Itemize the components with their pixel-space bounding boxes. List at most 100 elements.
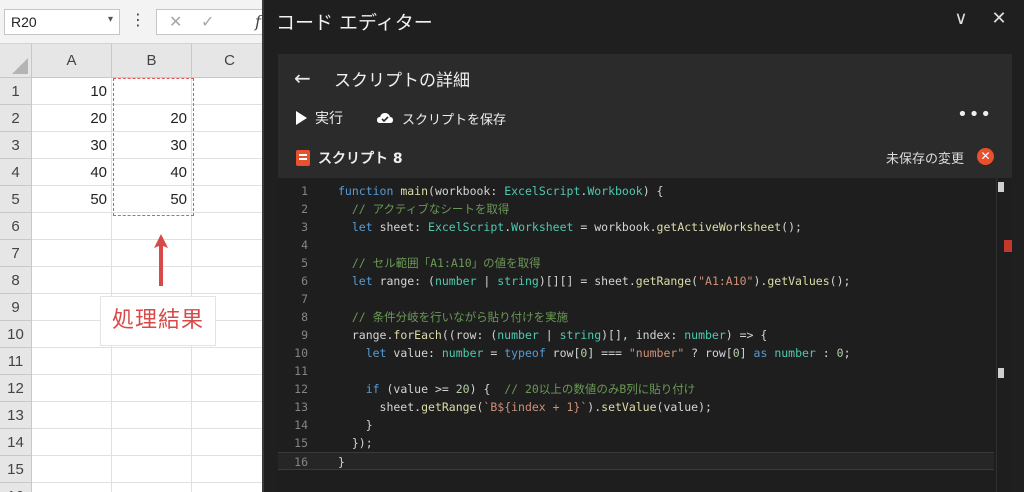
cell-a11[interactable]: [32, 348, 112, 375]
row-header-9[interactable]: 9: [0, 294, 32, 321]
cell-a1[interactable]: 10: [32, 78, 112, 105]
cell-c1[interactable]: [192, 78, 268, 105]
code-line[interactable]: 1 function main(workbook: ExcelScript.Wor…: [278, 182, 994, 200]
scroll-thumb[interactable]: [998, 182, 1004, 192]
cell-a4[interactable]: 40: [32, 159, 112, 186]
cell-c5[interactable]: [192, 186, 268, 213]
cell-c15[interactable]: [192, 456, 268, 483]
cell-c2[interactable]: [192, 105, 268, 132]
run-button[interactable]: 実行: [296, 106, 343, 130]
cell-a3[interactable]: 30: [32, 132, 112, 159]
cell-a7[interactable]: [32, 240, 112, 267]
code-line[interactable]: 4: [278, 236, 994, 254]
code-line[interactable]: 11: [278, 362, 994, 380]
cell-a8[interactable]: [32, 267, 112, 294]
cell-b11[interactable]: [112, 348, 192, 375]
code-line[interactable]: 5 // セル範囲「A1:A10」の値を取得: [278, 254, 994, 272]
code-text: let range: (number | string)[][] = sheet…: [351, 274, 851, 288]
cell-b14[interactable]: [112, 429, 192, 456]
cell-a6[interactable]: [32, 213, 112, 240]
scrollbar[interactable]: [996, 178, 1006, 492]
cell-c3[interactable]: [192, 132, 268, 159]
cell-c4[interactable]: [192, 159, 268, 186]
enter-icon[interactable]: ✓: [201, 12, 214, 31]
row-header-11[interactable]: 11: [0, 348, 32, 375]
cell-b16[interactable]: [112, 483, 192, 492]
line-number: 11: [294, 364, 308, 378]
select-all-corner[interactable]: [0, 44, 32, 78]
row-header-1[interactable]: 1: [0, 78, 32, 105]
code-text: // 条件分岐を行いながら貼り付けを実施: [351, 310, 569, 324]
cell-b13[interactable]: [112, 402, 192, 429]
cell-c7[interactable]: [192, 240, 268, 267]
close-icon[interactable]: ✕: [988, 8, 1010, 29]
code-line[interactable]: 12 if (value >= 20) { // 20以上の数値のみB列に貼り付…: [278, 380, 994, 398]
row-header-14[interactable]: 14: [0, 429, 32, 456]
cell-c8[interactable]: [192, 267, 268, 294]
row-header-6[interactable]: 6: [0, 213, 32, 240]
code-text: if (value >= 20) { // 20以上の数値のみB列に貼り付け: [365, 382, 696, 396]
code-line[interactable]: 7: [278, 290, 994, 308]
code-line[interactable]: 8 // 条件分岐を行いながら貼り付けを実施: [278, 308, 994, 326]
cell-a13[interactable]: [32, 402, 112, 429]
code-line[interactable]: 3 let sheet: ExcelScript.Worksheet = wor…: [278, 218, 994, 236]
close-circle-icon[interactable]: ✕: [977, 148, 994, 165]
code-line[interactable]: 15 });: [278, 434, 994, 452]
code-line[interactable]: 13 sheet.getRange(`B${index + 1}`).setVa…: [278, 398, 994, 416]
save-script-button[interactable]: スクリプトを保存: [376, 106, 506, 130]
cancel-icon[interactable]: ✕: [169, 12, 182, 31]
row-header-10[interactable]: 10: [0, 321, 32, 348]
cell-a12[interactable]: [32, 375, 112, 402]
line-number: 1: [301, 184, 308, 198]
code-area[interactable]: 1 function main(workbook: ExcelScript.Wor…: [278, 178, 1012, 492]
line-number: 4: [301, 238, 308, 252]
cell-b12[interactable]: [112, 375, 192, 402]
row-header-7[interactable]: 7: [0, 240, 32, 267]
row-header-16[interactable]: 16: [0, 483, 32, 492]
code-line[interactable]: 6 let range: (number | string)[][] = she…: [278, 272, 994, 290]
cell-a2[interactable]: 20: [32, 105, 112, 132]
row-header-15[interactable]: 15: [0, 456, 32, 483]
code-line[interactable]: 14 }: [278, 416, 994, 434]
code-line[interactable]: 16}: [278, 452, 994, 470]
chevron-down-icon[interactable]: ▾: [108, 14, 113, 25]
play-icon: [296, 111, 307, 125]
code-line[interactable]: 10 let value: number = typeof row[0] ===…: [278, 344, 994, 362]
code-text: let sheet: ExcelScript.Worksheet = workb…: [351, 220, 802, 234]
cell-a16[interactable]: [32, 483, 112, 492]
more-options-icon[interactable]: •••: [957, 104, 992, 125]
back-arrow-icon[interactable]: ←: [294, 66, 311, 90]
line-number: 6: [301, 274, 308, 288]
code-text: let value: number = typeof row[0] === "n…: [365, 346, 851, 360]
scroll-thumb[interactable]: [998, 368, 1004, 378]
code-line[interactable]: 9 range.forEach((row: (number | string)[…: [278, 326, 994, 344]
cell-c14[interactable]: [192, 429, 268, 456]
chevron-down-icon[interactable]: ∨: [950, 8, 972, 29]
cell-a5[interactable]: 50: [32, 186, 112, 213]
script-file-icon: [296, 150, 310, 166]
row-header-5[interactable]: 5: [0, 186, 32, 213]
column-header-a[interactable]: A: [32, 44, 112, 78]
cell-c6[interactable]: [192, 213, 268, 240]
cell-c11[interactable]: [192, 348, 268, 375]
code-text: // アクティブなシートを取得: [351, 202, 510, 216]
fx-icon[interactable]: f: [255, 12, 261, 31]
code-line[interactable]: 2 // アクティブなシートを取得: [278, 200, 994, 218]
cell-c12[interactable]: [192, 375, 268, 402]
cell-c16[interactable]: [192, 483, 268, 492]
run-label: 実行: [315, 111, 343, 127]
more-vertical-icon[interactable]: ⋮: [130, 10, 146, 29]
row-header-3[interactable]: 3: [0, 132, 32, 159]
name-box[interactable]: R20 ▾: [4, 9, 120, 35]
row-header-12[interactable]: 12: [0, 375, 32, 402]
cell-c13[interactable]: [192, 402, 268, 429]
row-header-13[interactable]: 13: [0, 402, 32, 429]
column-header-b[interactable]: B: [112, 44, 192, 78]
cell-a15[interactable]: [32, 456, 112, 483]
row-header-4[interactable]: 4: [0, 159, 32, 186]
row-header-8[interactable]: 8: [0, 267, 32, 294]
cell-a14[interactable]: [32, 429, 112, 456]
row-header-2[interactable]: 2: [0, 105, 32, 132]
column-header-c[interactable]: C: [192, 44, 268, 78]
cell-b15[interactable]: [112, 456, 192, 483]
